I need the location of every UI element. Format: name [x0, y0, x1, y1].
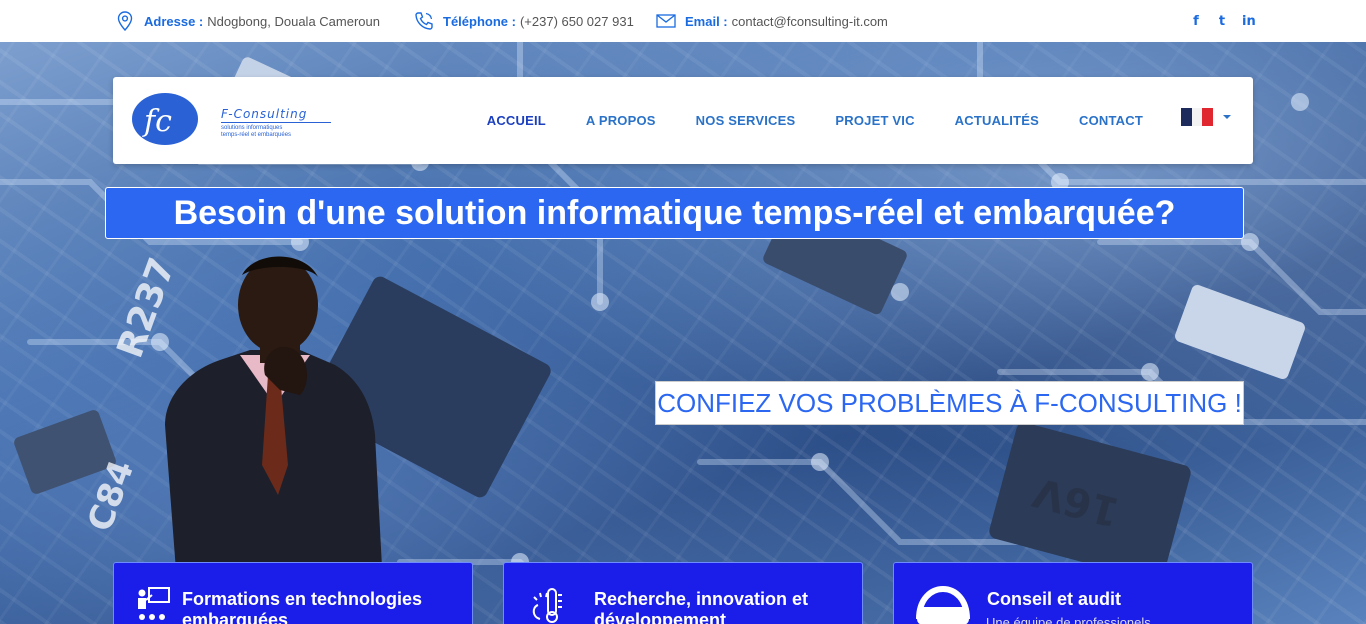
phone-icon — [413, 10, 435, 32]
card-title-line-2: embarquées — [182, 610, 289, 624]
presentation-icon — [138, 587, 170, 620]
headset-icon — [916, 585, 970, 624]
logo-tagline-1: solutions informatiques — [221, 125, 283, 131]
logo-name: F-Consulting — [221, 107, 308, 121]
svg-text:fc: fc — [142, 104, 172, 139]
thermometer-icon — [532, 588, 562, 623]
email-value[interactable]: contact@fconsulting-it.com — [732, 14, 888, 29]
nav-menu: ACCUEIL A PROPOS NOS SERVICES PROJET VIC… — [487, 77, 1143, 164]
card-title: Conseil et audit — [987, 589, 1122, 609]
card-title: Formations en technologies — [182, 589, 423, 609]
french-flag-icon — [1181, 108, 1214, 126]
chevron-down-icon — [1223, 115, 1231, 119]
logo-tagline-2: temps-réel et embarquées — [221, 132, 292, 138]
top-contact-bar: Adresse : Ndogbong, Douala Cameroun Télé… — [0, 0, 1366, 42]
service-card-formations[interactable]: Formations en technologies embarquées — [113, 562, 473, 624]
card-description: Une équipe de professionels — [986, 615, 1151, 624]
nav-item-contact[interactable]: CONTACT — [1079, 113, 1143, 128]
social-links: f t in — [1190, 0, 1256, 42]
email-label: Email : — [685, 13, 728, 29]
address-value: Ndogbong, Douala Cameroun — [207, 13, 380, 29]
envelope-icon — [655, 10, 677, 32]
address-label: Adresse : — [144, 13, 204, 29]
nav-item-a-propos[interactable]: A PROPOS — [586, 113, 656, 128]
main-navbar: fc F-Consulting solutions informatiques … — [113, 77, 1253, 164]
company-logo[interactable]: fc F-Consulting solutions informatiques … — [131, 91, 331, 147]
service-card-recherche[interactable]: Recherche, innovation et développement — [503, 562, 863, 624]
linkedin-icon[interactable]: in — [1242, 14, 1256, 29]
nav-item-nos-services[interactable]: NOS SERVICES — [696, 113, 796, 128]
fc-logo-icon: fc — [132, 93, 198, 145]
facebook-icon[interactable]: f — [1190, 14, 1202, 29]
nav-item-accueil[interactable]: ACCUEIL — [487, 113, 546, 128]
twitter-icon[interactable]: t — [1216, 14, 1228, 29]
email-info: Email : contact@fconsulting-it.com — [655, 0, 888, 42]
location-pin-icon — [114, 10, 136, 32]
hero-headline: Besoin d'une solution informatique temps… — [105, 187, 1244, 239]
phone-label: Téléphone : — [443, 13, 516, 29]
phone-value[interactable]: (+237) 650 027 931 — [520, 14, 634, 29]
card-title-line-2: développement — [594, 610, 727, 624]
service-card-conseil[interactable]: Conseil et audit Une équipe de professio… — [893, 562, 1253, 624]
hero-subline: CONFIEZ VOS PROBLÈMES À F-CONSULTING ! — [655, 381, 1244, 425]
card-title: Recherche, innovation et — [594, 589, 809, 609]
language-selector[interactable] — [1181, 108, 1231, 126]
nav-item-projet-vic[interactable]: PROJET VIC — [835, 113, 914, 128]
address-info: Adresse : Ndogbong, Douala Cameroun — [114, 0, 380, 42]
nav-item-actualites[interactable]: ACTUALITÉS — [955, 113, 1039, 128]
phone-info: Téléphone : (+237) 650 027 931 — [413, 0, 634, 42]
